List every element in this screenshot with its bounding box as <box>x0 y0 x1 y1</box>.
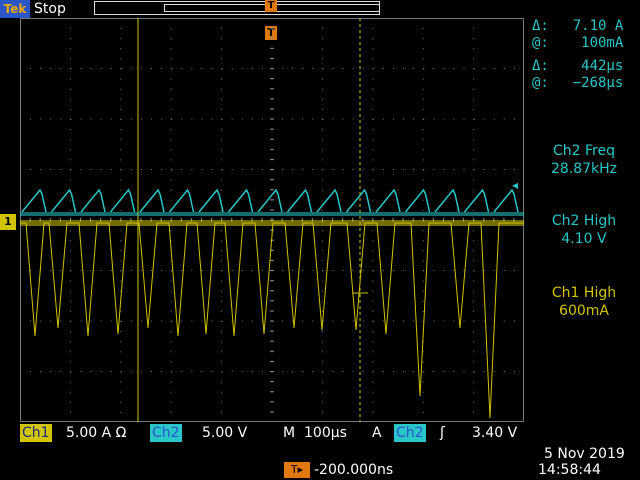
measurement-label: Ch2 Freq <box>553 143 615 159</box>
delta-label: Δ: <box>532 18 549 34</box>
cursor-at-time: @: −268µs <box>532 75 623 92</box>
at-amplitude-value: 100mA <box>581 35 624 51</box>
date: 5 Nov 2019 <box>544 446 625 462</box>
run-status[interactable]: Stop <box>34 0 66 18</box>
timebase-value[interactable]: 100µs <box>304 424 347 442</box>
cursor-delta-amplitude: Δ: 7.10 A <box>532 18 623 35</box>
ch2-scale[interactable]: 5.00 V <box>202 424 247 442</box>
trigger-offset[interactable]: -200.000ns <box>314 462 393 478</box>
trigger-level[interactable]: 3.40 V <box>472 424 517 442</box>
measurement-ch1-high: Ch1 High 600mA <box>530 284 638 320</box>
measurement-ch2-high: Ch2 High 4.10 V <box>530 212 638 248</box>
cursor-at-amplitude: @: 100mA <box>532 35 623 52</box>
measurement-label: Ch2 High <box>551 213 617 229</box>
cursor-delta-time: Δ: 442µs <box>532 58 623 75</box>
measurement-label: Ch1 High <box>551 285 617 301</box>
delta-amplitude-value: 7.10 A <box>572 18 624 34</box>
settings-bar: Ch1 5.00 A Ω Ch2 5.00 V M 100µs A Ch2 ʃ … <box>20 424 524 442</box>
measurement-value: 28.87kHz <box>550 161 618 177</box>
trigger-offset-icon: T▸ <box>284 462 310 478</box>
tek-logo: Tek <box>0 0 30 18</box>
waveform-display[interactable] <box>20 18 524 422</box>
trigger-mode: A <box>372 425 382 441</box>
ch1-ground-marker[interactable]: 1 <box>0 214 16 230</box>
ch1-baseline-noise <box>20 220 524 226</box>
measurement-value: 600mA <box>559 303 609 319</box>
timebase-label: M <box>283 425 296 441</box>
ch2-waveform <box>21 188 519 213</box>
ch1-scale[interactable]: 5.00 A Ω <box>66 424 126 442</box>
trigger-slope-icon: ʃ <box>440 425 445 441</box>
trigger-position-icon: T <box>265 0 277 12</box>
delta-label: Δ: <box>532 58 549 74</box>
time: 14:58:44 <box>538 462 601 478</box>
delta-time-value: 442µs <box>581 58 624 74</box>
at-label: @: <box>532 75 549 91</box>
ch2-baseline-noise <box>20 212 524 216</box>
ch2-tag[interactable]: Ch2 <box>150 424 182 442</box>
at-time-value: −268µs <box>572 75 624 91</box>
at-label: @: <box>532 35 549 51</box>
ch2-level-arrow-icon: ◂ <box>512 178 519 192</box>
measurement-value: 4.10 V <box>561 231 607 247</box>
measurement-ch2-freq: Ch2 Freq 28.87kHz <box>530 142 638 178</box>
trigger-source[interactable]: Ch2 <box>394 424 426 442</box>
ch1-tag[interactable]: Ch1 <box>20 424 52 442</box>
